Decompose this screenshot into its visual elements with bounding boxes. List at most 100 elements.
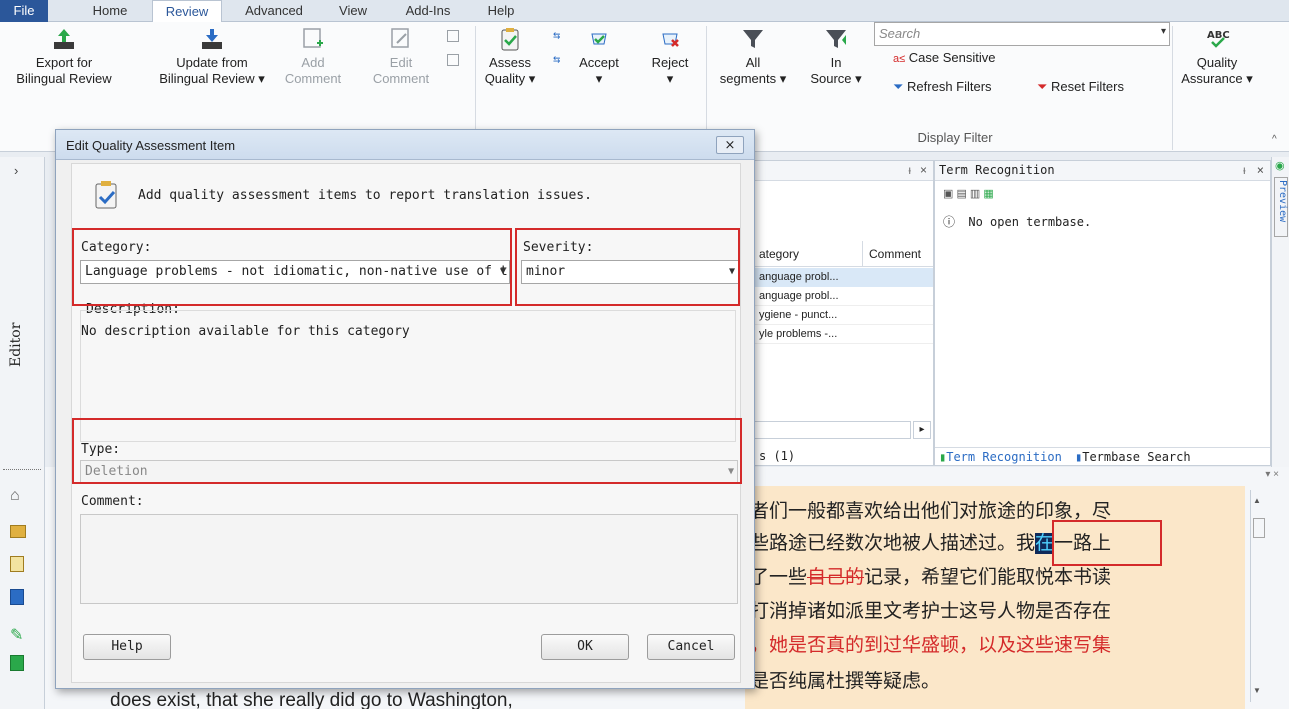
svg-text:ABC: ABC: [1207, 30, 1230, 41]
term-toolbar[interactable]: ▣ ▤ ▥ ▦: [943, 187, 994, 200]
scroll-right-icon[interactable]: ▸: [913, 421, 931, 439]
tab-termbase-search[interactable]: ▮Termbase Search: [1075, 450, 1191, 464]
tab-term-recognition[interactable]: ▮Term Recognition: [939, 450, 1062, 464]
term-info-row: ⓘ No open termbase.: [943, 215, 1092, 229]
assess-quality-button[interactable]: Assess Quality ▾: [478, 26, 542, 87]
pin-icon[interactable]: ᵼ: [1241, 161, 1248, 180]
dialog-title-bar: Edit Quality Assessment Item ⨯: [56, 130, 754, 160]
all-segments-button[interactable]: All segments ▾: [712, 26, 794, 87]
term-tab-strip: ▮Term Recognition ▮Termbase Search: [935, 447, 1270, 465]
editor-pen-icon[interactable]: ✎: [10, 625, 23, 645]
description-text: No description available for this catego…: [81, 324, 410, 339]
chevron-down-icon: ▾: [1160, 26, 1166, 37]
comment-small-icon[interactable]: [447, 30, 459, 42]
ribbon-separator-3: [1172, 26, 1173, 150]
highlight-frame: [1052, 520, 1162, 566]
reports-icon[interactable]: [10, 589, 24, 605]
splitter[interactable]: [3, 469, 41, 472]
add-comment-icon: [303, 28, 323, 48]
add-comment-button[interactable]: Add Comment: [278, 26, 348, 87]
editor-vertical-scrollbar[interactable]: ▲ ▼: [1250, 490, 1266, 702]
export-icon: [54, 29, 74, 49]
scroll-thumb[interactable]: [1253, 518, 1265, 538]
qa-tab-label[interactable]: s (1): [759, 449, 795, 463]
reset-filter-icon: ⏷: [1037, 79, 1048, 94]
tab-file[interactable]: File: [0, 0, 48, 22]
scroll-down-icon[interactable]: ▼: [1253, 686, 1261, 695]
preview-tab[interactable]: Preview: [1274, 177, 1288, 237]
close-icon[interactable]: ×: [1257, 161, 1264, 180]
table-row[interactable]: yle problems -...: [751, 325, 933, 344]
term-pane-header: Term Recognition ᵼ ×: [935, 161, 1270, 181]
files-icon[interactable]: [10, 556, 24, 572]
tab-add-ins[interactable]: Add-Ins: [392, 0, 464, 22]
update-bilingual-button[interactable]: Update from Bilingual Review ▾: [142, 26, 282, 87]
qa-pane-header: ᵼ ×: [751, 161, 933, 181]
expand-chevron-icon[interactable]: ›: [14, 163, 18, 178]
collapse-ribbon-icon[interactable]: ^: [1272, 134, 1277, 145]
spellcheck-icon: ABC: [1207, 30, 1230, 48]
clipboard-check-icon: [95, 181, 117, 209]
target-line-3: 了一些自己的记录，希望它们能取悦本书读: [750, 567, 1112, 588]
comment-textarea[interactable]: [80, 514, 738, 604]
ribbon-tab-bar: File Home Review Advanced View Add-Ins H…: [0, 0, 1289, 23]
accept-button[interactable]: Accept ▾: [567, 26, 631, 87]
edit-comment-icon: [391, 28, 409, 48]
cancel-button[interactable]: Cancel: [647, 634, 735, 660]
help-button[interactable]: Help: [83, 634, 171, 660]
filter-icon: [743, 30, 763, 48]
ok-button[interactable]: OK: [541, 634, 629, 660]
table-row[interactable]: anguage probl...: [751, 287, 933, 306]
term-recognition-pane: Term Recognition ᵼ × ▣ ▤ ▥ ▦ ⓘ No open t…: [934, 160, 1271, 466]
case-icon: a≤: [893, 53, 906, 65]
source-segment-text[interactable]: does exist, that she really did go to Wa…: [110, 690, 513, 709]
comment-small-icon-2[interactable]: [447, 54, 459, 66]
qa-table-header: ategory Comment: [751, 241, 933, 267]
close-icon: ⨯: [724, 137, 736, 152]
display-filter-group-label: Display Filter: [917, 130, 993, 145]
termbase-icon[interactable]: [10, 655, 24, 671]
type-highlight-frame: [72, 418, 742, 484]
tab-view[interactable]: View: [328, 0, 378, 22]
target-segment-cell[interactable]: 者们一般都喜欢给出他们对旅途的印象，尽 些路途已经数次地被人描述过。我在一路上 …: [745, 486, 1245, 709]
editor-pane-controls[interactable]: ▾ ×: [1265, 469, 1279, 480]
close-dialog-button[interactable]: ⨯: [716, 136, 744, 154]
track-small-icon[interactable]: ⇆: [553, 28, 560, 42]
navigation-strip: › Editor ⌂ ✎: [0, 157, 45, 709]
quality-assurance-button[interactable]: ABC Quality Assurance ▾: [1174, 26, 1260, 87]
table-row[interactable]: anguage probl...: [751, 268, 933, 287]
refresh-filters-button[interactable]: ⏷ Refresh Filters: [893, 79, 992, 95]
filter-source-icon: [826, 30, 846, 48]
table-row[interactable]: ygiene - punct...: [751, 306, 933, 325]
horizontal-scrollbar[interactable]: [751, 421, 911, 439]
import-icon: [202, 29, 222, 49]
dialog-intro-text: Add quality assessment items to report t…: [138, 188, 592, 203]
comment-label: Comment:: [81, 494, 144, 509]
editor-view-label[interactable]: Editor: [6, 297, 36, 377]
close-icon[interactable]: ×: [920, 161, 927, 180]
projects-icon[interactable]: [10, 525, 26, 538]
info-icon: ⓘ: [943, 215, 956, 229]
track-small-icon-2[interactable]: ⇆: [553, 52, 560, 66]
scroll-up-icon[interactable]: ▲: [1253, 496, 1261, 505]
reject-icon: [662, 33, 679, 47]
tab-home[interactable]: Home: [80, 0, 140, 22]
in-source-button[interactable]: In Source ▾: [800, 26, 872, 87]
target-line-5: ，她是否真的到过华盛顿，以及这些速写集: [750, 635, 1112, 656]
export-bilingual-button[interactable]: Export for Bilingual Review: [4, 26, 124, 87]
edit-qa-item-dialog: Edit Quality Assessment Item ⨯ Add quali…: [55, 129, 755, 689]
pin-icon[interactable]: ᵼ: [908, 161, 911, 180]
tab-review[interactable]: Review: [152, 0, 222, 23]
filter-search-input[interactable]: Search ▾: [874, 22, 1170, 46]
refresh-filter-icon: ⏷: [893, 79, 904, 94]
edit-comment-button[interactable]: Edit Comment: [366, 26, 436, 87]
accept-icon: [591, 33, 607, 45]
tab-help[interactable]: Help: [476, 0, 526, 22]
clipboard-check-icon: [501, 28, 519, 51]
case-sensitive-toggle[interactable]: a≤ Case Sensitive: [893, 50, 996, 65]
tab-advanced[interactable]: Advanced: [234, 0, 314, 22]
home-icon[interactable]: ⌂: [10, 487, 20, 505]
reset-filters-button[interactable]: ⏷ Reset Filters: [1037, 79, 1124, 95]
preview-eye-icon[interactable]: ◉: [1275, 159, 1285, 172]
reject-button[interactable]: Reject ▾: [640, 26, 700, 87]
